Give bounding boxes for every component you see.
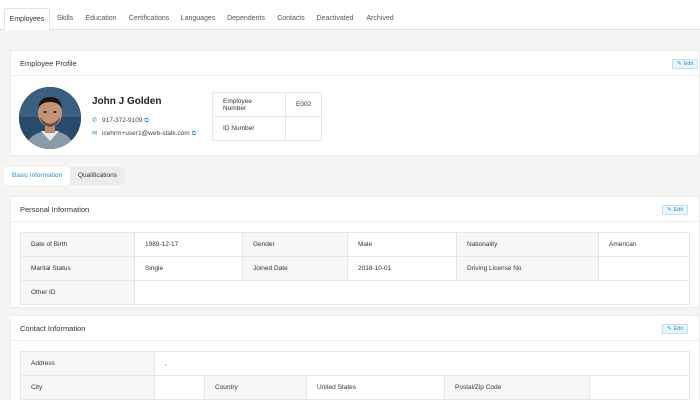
other-id-value — [134, 280, 690, 305]
country-label: Country — [204, 375, 307, 400]
joined-date-value: 2018-10-01 — [347, 256, 457, 281]
marital-status-value: Single — [134, 256, 243, 281]
address-value: , — [154, 351, 690, 376]
id-number-label: ID Number — [212, 116, 286, 141]
email-value: icehrm+user1@web-stalk.com — [102, 130, 190, 137]
other-id-label: Other ID — [20, 280, 135, 305]
phone-value: 917-372-9109 — [102, 117, 143, 124]
pencil-icon: ✎ — [667, 326, 672, 332]
dob-value: 1989-12-17 — [134, 232, 243, 257]
driving-license-value — [598, 256, 690, 281]
postal-code-value — [589, 375, 690, 400]
tab-languages[interactable]: Languages — [178, 8, 218, 31]
tab-dependents[interactable]: Dependents — [224, 8, 268, 31]
city-value — [154, 375, 205, 400]
contact-edit-button[interactable]: ✎ Edit — [662, 324, 689, 334]
tab-deactivated[interactable]: Deactivated — [314, 8, 356, 31]
employee-number-label: Employee Number — [212, 92, 286, 117]
contact-information-title: Contact Information — [20, 324, 86, 333]
mail-icon: ✉ — [92, 130, 98, 137]
employee-name: John J Golden — [92, 96, 162, 107]
driving-license-label: Driving License No — [456, 256, 599, 281]
tab-basic-information[interactable]: Basic Information — [4, 167, 71, 185]
contact-edit-label: Edit — [673, 326, 684, 332]
personal-information-header — [10, 196, 700, 222]
pencil-icon: ✎ — [667, 207, 672, 213]
tab-certifications[interactable]: Certifications — [126, 8, 172, 31]
tab-education[interactable]: Education — [82, 8, 120, 31]
phone-line: ✆ 917-372-9109 ⧉ — [92, 116, 149, 125]
employee-number-value: E002 — [284, 92, 323, 117]
joined-date-label: Joined Date — [242, 256, 348, 281]
pencil-icon: ✎ — [677, 61, 682, 67]
dob-label: Date of Birth — [20, 232, 135, 257]
city-label: City — [20, 375, 155, 400]
tab-skills[interactable]: Skills — [52, 8, 78, 31]
copy-phone-icon[interactable]: ⧉ — [144, 118, 148, 125]
nationality-value: American — [598, 232, 690, 257]
profile-edit-button[interactable]: ✎ Edit — [672, 59, 699, 69]
nationality-label: Nationality — [456, 232, 599, 257]
personal-information-table: Date of Birth 1989-12-17 Gender Male Nat… — [20, 232, 690, 305]
email-line: ✉ icehrm+user1@web-stalk.com ⧉ — [92, 129, 196, 138]
address-label: Address — [20, 351, 155, 376]
personal-edit-label: Edit — [673, 207, 684, 213]
id-number-value — [284, 116, 323, 141]
tab-qualifications[interactable]: Qualifications — [70, 167, 126, 185]
personal-information-title: Personal Information — [20, 205, 90, 214]
employee-profile-title: Employee Profile — [20, 59, 77, 68]
profile-edit-label: Edit — [683, 61, 694, 67]
tab-employees[interactable]: Employees — [4, 8, 50, 31]
postal-code-label: Postal/Zip Code — [444, 375, 590, 400]
copy-email-icon[interactable]: ⧉ — [192, 131, 196, 138]
employee-profile-header — [10, 50, 700, 76]
contact-information-header — [10, 315, 700, 341]
tab-archived[interactable]: Archived — [362, 8, 398, 31]
personal-edit-button[interactable]: ✎ Edit — [662, 205, 689, 215]
phone-icon: ✆ — [92, 117, 98, 124]
employee-id-table: Employee Number E002 ID Number — [212, 92, 323, 141]
country-value: United States — [306, 375, 445, 400]
tab-contacts[interactable]: Contacts — [274, 8, 308, 31]
avatar — [19, 87, 81, 149]
gender-label: Gender — [242, 232, 348, 257]
top-tab-bar: Employees Skills Education Certification… — [0, 8, 700, 31]
contact-information-table: Address , City Country United States Pos… — [20, 351, 690, 400]
marital-status-label: Marital Status — [20, 256, 135, 281]
gender-value: Male — [347, 232, 457, 257]
